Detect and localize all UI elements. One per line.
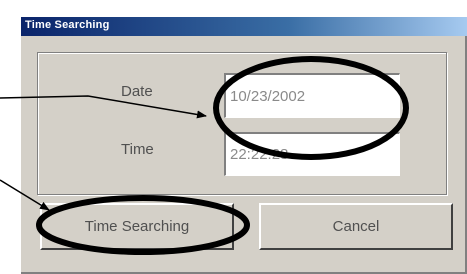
time-searching-dialog: Time Searching Date Time Time Searching … <box>19 15 467 274</box>
cancel-button[interactable]: Cancel <box>259 203 453 250</box>
time-label: Time <box>121 141 154 158</box>
time-field[interactable] <box>224 132 400 176</box>
dialog-title: Time Searching <box>25 19 110 31</box>
date-field[interactable] <box>224 73 400 118</box>
title-bar: Time Searching <box>21 17 467 36</box>
date-label: Date <box>121 83 153 100</box>
screenshot-stage: Time Searching Date Time Time Searching … <box>0 0 467 274</box>
time-searching-button[interactable]: Time Searching <box>40 203 234 250</box>
